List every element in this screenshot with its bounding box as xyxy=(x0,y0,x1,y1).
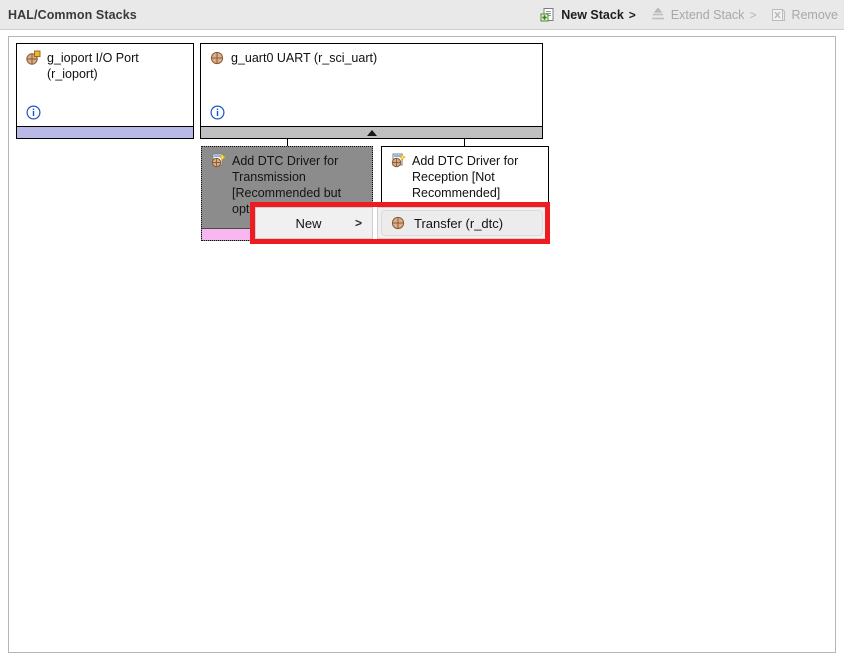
new-stack-label: New Stack xyxy=(561,8,624,22)
remove-button: Remove xyxy=(770,7,838,23)
module-label: g_uart0 UART (r_sci_uart) xyxy=(231,51,378,65)
panel-header: HAL/Common Stacks New Stack > Extend Sta… xyxy=(0,0,844,30)
module-box-ioport[interactable]: g_ioport I/O Port (r_ioport) xyxy=(16,43,194,139)
module-footer xyxy=(17,126,193,138)
up-triangle-icon xyxy=(366,129,377,136)
remove-label: Remove xyxy=(791,8,838,22)
module-label: g_ioport I/O Port (r_ioport) xyxy=(47,51,139,81)
module-box-uart[interactable]: g_uart0 UART (r_sci_uart) xyxy=(200,43,543,139)
submenu-item-transfer[interactable]: Transfer (r_dtc) xyxy=(381,210,543,236)
module-icon xyxy=(25,50,41,66)
new-stack-icon xyxy=(540,7,556,23)
new-stack-arrow: > xyxy=(628,8,636,22)
context-submenu: Transfer (r_dtc) xyxy=(377,207,547,239)
module-icon xyxy=(390,215,406,231)
module-body: g_uart0 UART (r_sci_uart) xyxy=(201,44,542,126)
extend-stack-arrow: > xyxy=(749,8,757,22)
extend-stack-icon xyxy=(650,7,666,23)
module-icon xyxy=(209,50,225,66)
new-stack-button[interactable]: New Stack > xyxy=(540,7,636,23)
info-icon[interactable] xyxy=(210,105,225,120)
context-menu-item-new[interactable]: New > xyxy=(255,207,373,239)
extend-stack-label: Extend Stack xyxy=(670,8,745,22)
module-title-row: g_uart0 UART (r_sci_uart) xyxy=(209,50,534,66)
stacks-canvas[interactable]: g_ioport I/O Port (r_ioport) g_uart0 UAR… xyxy=(8,36,836,653)
info-icon[interactable] xyxy=(26,105,41,120)
module-label: Add DTC Driver for Reception [Not Recomm… xyxy=(412,154,519,200)
chevron-right-icon: > xyxy=(354,216,362,230)
module-footer[interactable] xyxy=(201,126,542,138)
menu-item-label: New xyxy=(295,215,322,231)
extend-stack-button: Extend Stack > xyxy=(650,7,757,23)
add-module-icon xyxy=(210,153,226,169)
submenu-item-label: Transfer (r_dtc) xyxy=(414,215,504,231)
add-module-icon xyxy=(390,153,406,169)
module-body: g_ioport I/O Port (r_ioport) xyxy=(17,44,193,126)
toolbar: New Stack > Extend Stack > Remove xyxy=(540,0,838,30)
module-title-row: g_ioport I/O Port (r_ioport) xyxy=(25,50,185,82)
remove-icon xyxy=(770,7,786,23)
module-title-row: Add DTC Driver for Reception [Not Recomm… xyxy=(390,153,540,201)
page-title: HAL/Common Stacks xyxy=(8,7,137,22)
